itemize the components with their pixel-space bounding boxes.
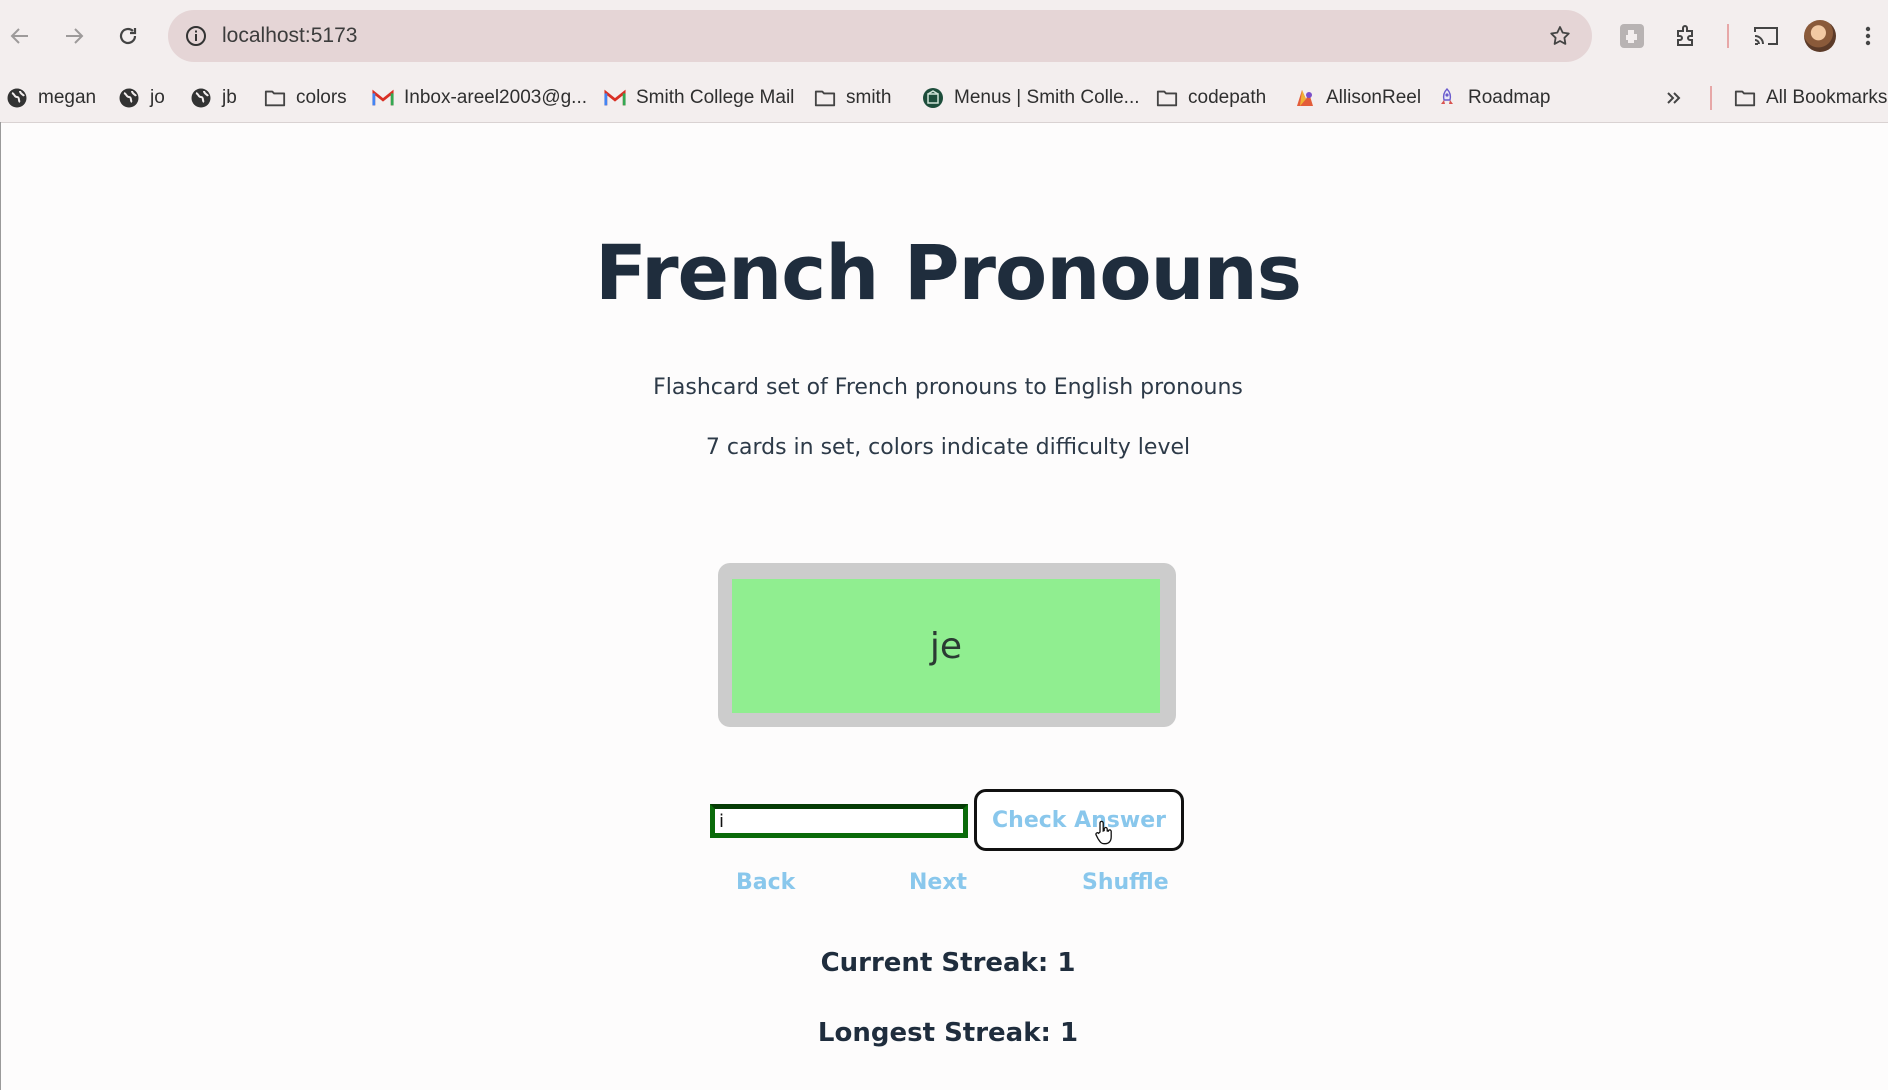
smith-logo-icon: [922, 87, 944, 109]
bookmark-allisonreel[interactable]: AllisonReel: [1294, 74, 1421, 122]
answer-input[interactable]: [710, 804, 968, 838]
bookmark-colors[interactable]: colors: [264, 74, 347, 122]
globe-icon: [190, 87, 212, 109]
folder-icon: [1734, 87, 1756, 109]
bookmark-inbox[interactable]: Inbox-areel2003@g...: [372, 74, 587, 122]
browser-toolbar: localhost:5173: [0, 0, 1888, 74]
flashcard[interactable]: je: [718, 563, 1176, 727]
page-title: French Pronouns: [595, 228, 1302, 317]
folder-icon: [814, 87, 836, 109]
bookmarks-bar: megan jo jb colors Inbox-areel2003@g... …: [0, 74, 1888, 123]
extension-puzzle-badge-icon[interactable]: [1614, 18, 1650, 54]
rocket-icon: [1436, 87, 1458, 109]
current-streak: Current Streak: 1: [820, 948, 1076, 978]
address-bar[interactable]: localhost:5173: [168, 10, 1592, 62]
next-button[interactable]: Next: [909, 870, 967, 895]
more-menu-icon[interactable]: [1856, 18, 1880, 54]
forward-arrow-icon[interactable]: [56, 18, 92, 54]
bookmark-menus[interactable]: Menus | Smith Colle...: [922, 74, 1140, 122]
toolbar-divider: [1727, 24, 1729, 48]
site-info-icon[interactable]: [182, 22, 210, 50]
page-description: Flashcard set of French pronouns to Engl…: [653, 375, 1243, 400]
reload-icon[interactable]: [110, 18, 146, 54]
bookmark-megan[interactable]: megan: [6, 74, 96, 122]
bookmark-codepath[interactable]: codepath: [1156, 74, 1266, 122]
check-answer-button[interactable]: Check Answer: [974, 789, 1184, 851]
globe-icon: [6, 87, 28, 109]
hand-cursor-icon: [1095, 820, 1113, 850]
bookmark-smith[interactable]: smith: [814, 74, 891, 122]
all-bookmarks[interactable]: All Bookmarks: [1734, 74, 1887, 122]
folder-icon: [264, 87, 286, 109]
card-count-text: 7 cards in set, colors indicate difficul…: [705, 435, 1191, 460]
back-button[interactable]: Back: [736, 870, 795, 895]
bookmark-smith-mail[interactable]: Smith College Mail: [604, 74, 794, 122]
url-text[interactable]: localhost:5173: [222, 10, 357, 62]
bookmark-star-icon[interactable]: [1546, 22, 1574, 50]
bookmarks-overflow-icon[interactable]: [1664, 74, 1684, 122]
folder-icon: [1156, 87, 1178, 109]
extensions-icon[interactable]: [1668, 18, 1704, 54]
bookmark-roadmap[interactable]: Roadmap: [1436, 74, 1550, 122]
flashcard-face[interactable]: je: [732, 579, 1160, 713]
colorful-logo-icon: [1294, 87, 1316, 109]
gmail-icon: [372, 87, 394, 109]
shuffle-button[interactable]: Shuffle: [1082, 870, 1169, 895]
longest-streak: Longest Streak: 1: [817, 1018, 1079, 1048]
globe-icon: [118, 87, 140, 109]
gmail-icon: [604, 87, 626, 109]
profile-avatar[interactable]: [1804, 20, 1836, 52]
cast-icon[interactable]: [1748, 18, 1784, 54]
bookmark-jo[interactable]: jo: [118, 74, 165, 122]
back-arrow-icon[interactable]: [2, 18, 38, 54]
bookmark-jb[interactable]: jb: [190, 74, 237, 122]
bookmarks-divider: [1710, 86, 1712, 110]
